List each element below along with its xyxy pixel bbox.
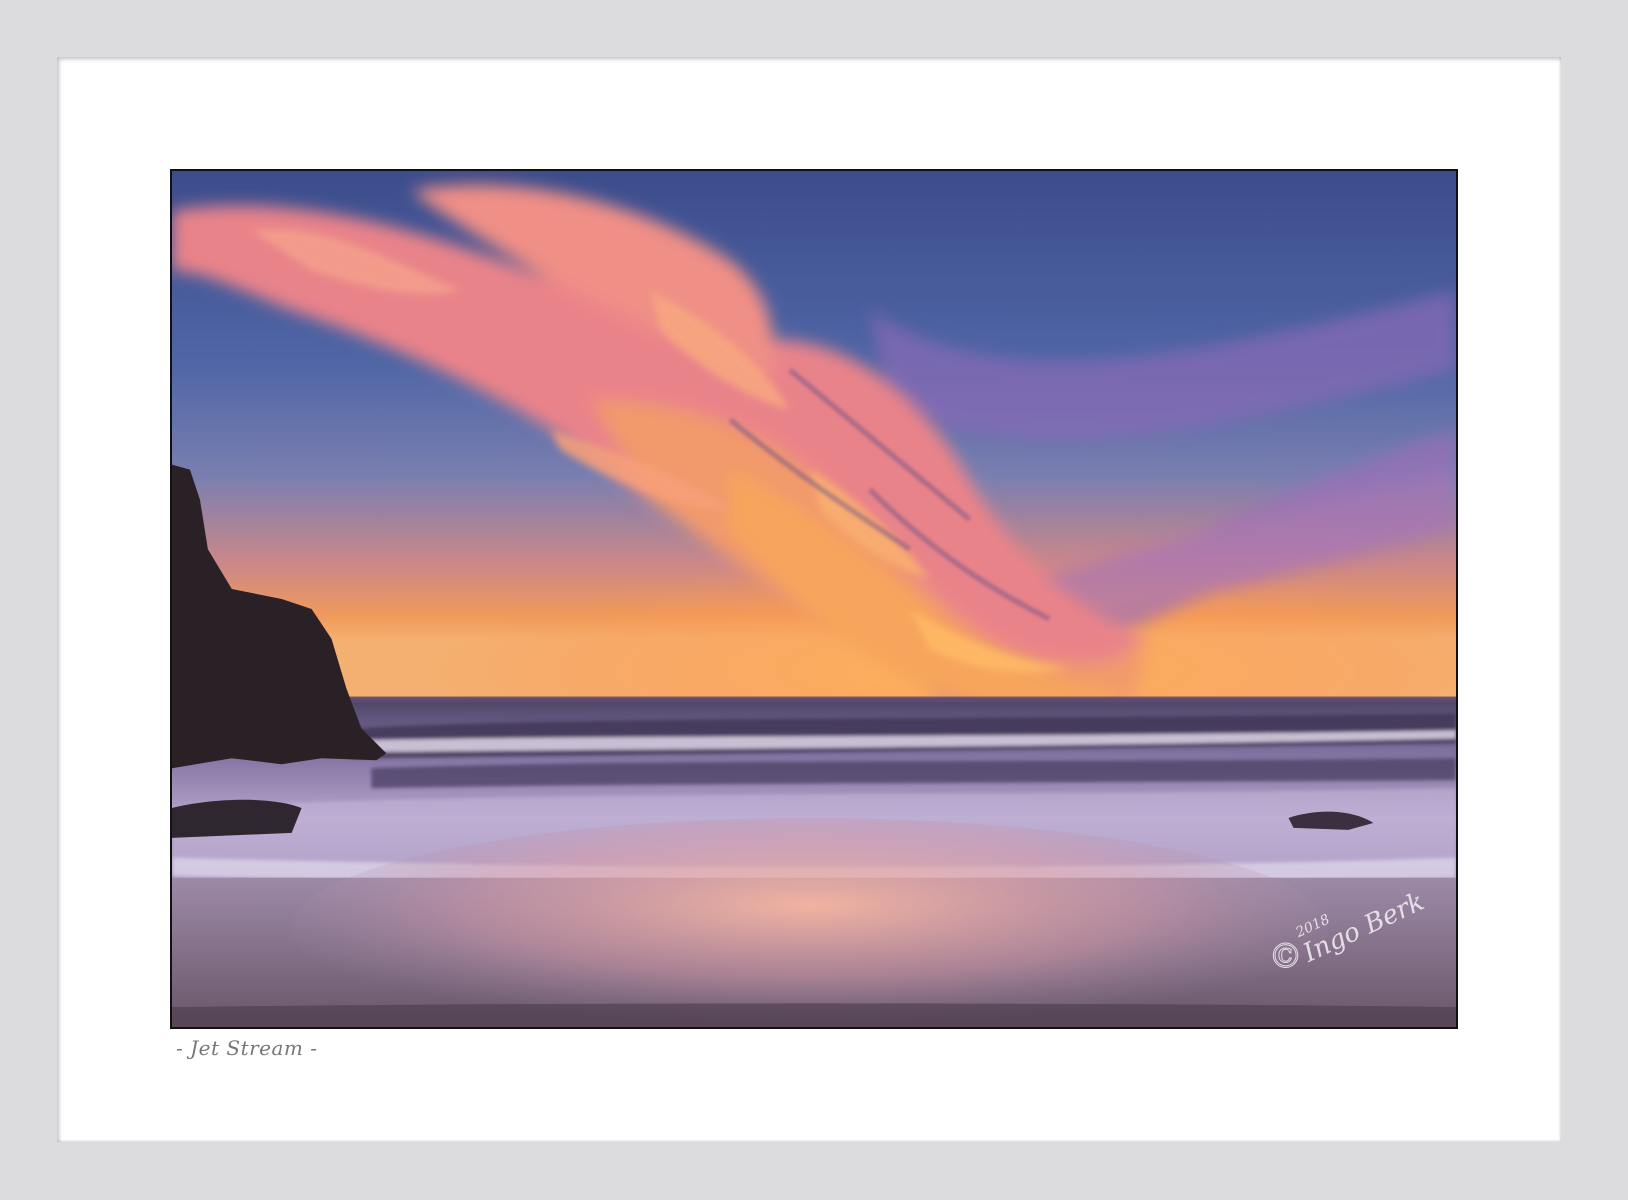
sand-reflection [291, 818, 1329, 1027]
sunset-photo: © 2018 Ingo Berk [170, 169, 1458, 1029]
svg-text:©: © [1269, 936, 1303, 975]
sunset-seascape-image: © 2018 Ingo Berk [172, 171, 1456, 1027]
picture-frame: © 2018 Ingo Berk - Jet Stream - [0, 0, 1628, 1200]
artwork-title: - Jet Stream - [176, 1036, 318, 1060]
sand-shadow [172, 1003, 1456, 1027]
horizon-line [172, 696, 1456, 703]
foreground-rock [172, 799, 302, 838]
